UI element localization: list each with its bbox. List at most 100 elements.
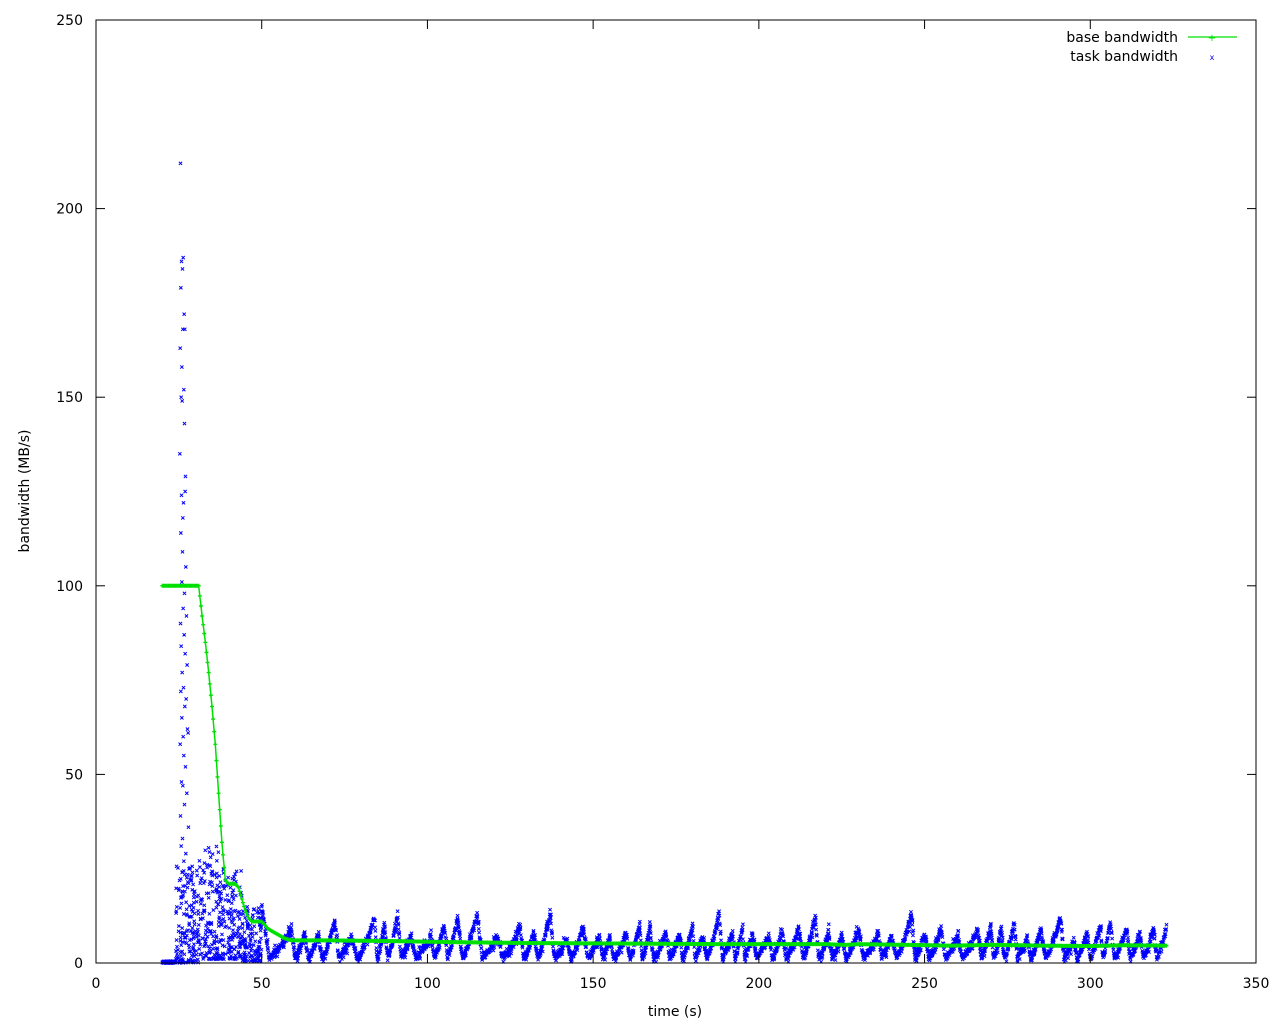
task-bandwidth-point — [455, 913, 460, 918]
task-bandwidth-point — [192, 922, 197, 927]
task-bandwidth-point — [691, 934, 696, 939]
task-bandwidth-point — [1071, 935, 1076, 940]
task-bandwidth-point — [186, 881, 191, 886]
task-bandwidth-point — [180, 836, 185, 841]
task-bandwidth-point — [182, 421, 187, 426]
task-bandwidth-point — [397, 944, 402, 949]
task-bandwidth-point — [183, 764, 188, 769]
task-bandwidth-point — [210, 946, 215, 951]
task-bandwidth-point — [237, 925, 242, 930]
task-bandwidth-point — [1111, 947, 1116, 952]
task-bandwidth-point — [221, 912, 226, 917]
task-bandwidth-point — [214, 844, 219, 849]
task-bandwidth-point — [180, 266, 185, 271]
task-bandwidth-point — [549, 921, 554, 926]
task-bandwidth-point — [197, 858, 202, 863]
task-bandwidth-point — [179, 365, 184, 369]
task-bandwidth-point — [289, 921, 294, 926]
task-bandwidth-point — [245, 904, 250, 909]
task-bandwidth-point — [210, 852, 215, 857]
task-bandwidth-point — [178, 935, 183, 940]
task-bandwidth-point — [249, 948, 254, 953]
task-bandwidth-point — [226, 875, 231, 880]
task-bandwidth-point — [239, 868, 244, 873]
task-bandwidth-point — [206, 845, 211, 850]
task-bandwidth-point — [185, 872, 190, 877]
task-bandwidth-point — [178, 742, 183, 747]
task-bandwidth-point — [365, 942, 370, 947]
task-bandwidth-point — [252, 924, 257, 929]
base-bandwidth-point — [210, 704, 214, 709]
task-bandwidth-point — [181, 868, 186, 873]
task-bandwidth-point — [1164, 922, 1169, 927]
task-bandwidth-point — [179, 715, 184, 720]
base-bandwidth-point — [218, 823, 223, 828]
task-bandwidth-point — [203, 928, 208, 933]
task-bandwidth-point — [202, 861, 207, 866]
task-bandwidth-point — [815, 948, 820, 953]
task-bandwidth-point — [180, 399, 185, 403]
task-bandwidth-point — [185, 727, 190, 732]
task-bandwidth-point — [207, 850, 212, 855]
task-bandwidth-point — [180, 670, 185, 675]
task-bandwidth-point — [177, 451, 182, 456]
base-bandwidth-point — [214, 758, 219, 763]
task-bandwidth-point — [178, 876, 183, 881]
task-bandwidth-point — [220, 905, 225, 909]
task-bandwidth-point — [182, 327, 187, 332]
task-bandwidth-point — [826, 922, 831, 927]
task-bandwidth-point — [179, 493, 184, 498]
task-bandwidth-point — [233, 908, 238, 913]
task-bandwidth-point — [181, 685, 186, 690]
task-bandwidth-point — [181, 753, 186, 758]
task-bandwidth-point — [186, 825, 191, 830]
base-bandwidth-point — [204, 650, 209, 655]
task-bandwidth-point — [551, 944, 555, 949]
task-bandwidth-point — [198, 901, 203, 906]
task-bandwidth-point — [235, 914, 240, 918]
task-bandwidth-point — [690, 921, 695, 926]
task-bandwidth-point — [228, 907, 233, 912]
task-bandwidth-point — [395, 909, 400, 914]
task-bandwidth-point — [242, 930, 247, 935]
task-bandwidth-point — [192, 942, 196, 947]
task-bandwidth-point — [231, 928, 235, 933]
task-bandwidth-point — [479, 946, 484, 951]
task-bandwidth-point — [175, 951, 179, 956]
task-bandwidth-point — [374, 946, 379, 951]
task-bandwidth-point — [182, 704, 187, 709]
task-bandwidth-point — [814, 927, 819, 932]
task-bandwidth-point — [202, 903, 207, 908]
task-bandwidth-point — [179, 779, 184, 784]
base-bandwidth-point — [212, 729, 217, 734]
task-bandwidth-point — [223, 898, 228, 902]
task-bandwidth-point — [178, 905, 183, 910]
task-bandwidth-point — [766, 931, 771, 936]
task-bandwidth-point — [373, 935, 378, 940]
task-bandwidth-point — [619, 950, 624, 955]
task-bandwidth-point — [256, 906, 261, 910]
task-bandwidth-point — [183, 489, 188, 494]
task-bandwidth-point — [174, 905, 179, 909]
task-bandwidth-point — [220, 883, 225, 888]
task-bandwidth-point — [259, 947, 264, 952]
base-bandwidth-point — [201, 622, 206, 627]
task-bandwidth-point — [183, 851, 188, 856]
task-bandwidth-point — [550, 935, 555, 940]
base-bandwidth-point — [206, 670, 211, 675]
task-bandwidth-point — [196, 912, 201, 916]
task-bandwidth-point — [222, 886, 227, 891]
task-bandwidth-point — [911, 933, 915, 938]
task-bandwidth-point — [229, 901, 234, 906]
task-bandwidth-point — [216, 850, 221, 855]
task-bandwidth-point — [220, 932, 224, 937]
task-bandwidth-point — [385, 958, 390, 963]
task-bandwidth-point — [233, 893, 238, 898]
task-bandwidth-point — [180, 549, 185, 554]
base-bandwidth-point — [242, 904, 247, 909]
base-bandwidth-point — [213, 742, 218, 747]
task-bandwidth-point — [228, 885, 233, 890]
task-bandwidth-point — [179, 943, 184, 948]
task-bandwidth-point — [548, 907, 553, 912]
task-bandwidth-point — [198, 881, 203, 886]
